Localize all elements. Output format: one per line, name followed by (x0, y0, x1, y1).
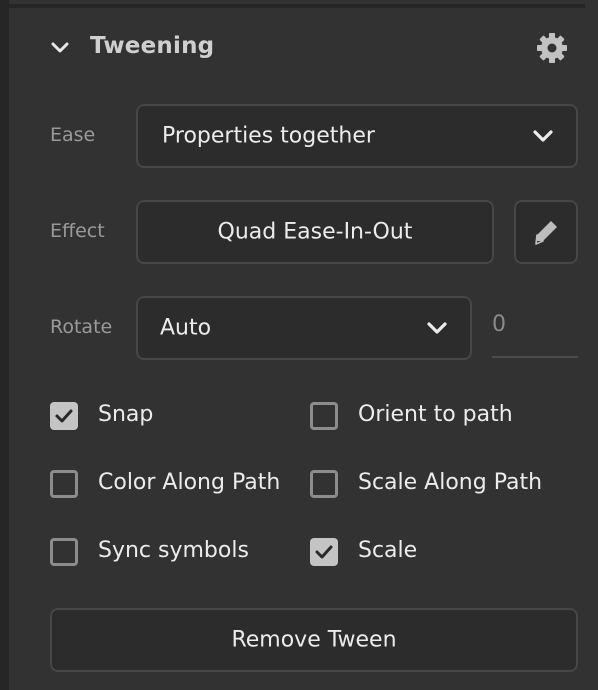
sync-symbols-checkbox[interactable] (50, 538, 78, 566)
ease-dropdown[interactable]: Properties together (136, 104, 578, 168)
chevron-down-icon (427, 322, 447, 334)
settings-button[interactable] (536, 32, 568, 64)
effect-value: Quad Ease-In-Out (217, 219, 413, 245)
ease-value: Properties together (162, 123, 375, 149)
collapse-toggle[interactable] (50, 38, 70, 58)
scale-label[interactable]: Scale (358, 538, 417, 563)
rotate-count-input[interactable]: 0 (492, 296, 578, 358)
rotate-dropdown[interactable]: Auto (136, 296, 472, 360)
snap-checkbox[interactable] (50, 402, 78, 430)
color-along-path-checkbox[interactable] (50, 470, 78, 498)
snap-label[interactable]: Snap (98, 402, 153, 427)
checkmark-icon (315, 545, 333, 559)
sync-symbols-label[interactable]: Sync symbols (98, 538, 249, 563)
remove-tween-label: Remove Tween (231, 627, 397, 653)
scale-along-path-label[interactable]: Scale Along Path (358, 470, 542, 495)
rotate-value: Auto (160, 315, 212, 341)
panel-left-border (0, 0, 9, 690)
gear-icon (537, 33, 567, 63)
chevron-down-icon (533, 130, 553, 142)
rotate-count-value: 0 (492, 312, 506, 337)
edit-effect-button[interactable] (514, 200, 578, 264)
effect-button[interactable]: Quad Ease-In-Out (136, 200, 494, 264)
panel-top-border (9, 4, 585, 8)
orient-to-path-checkbox[interactable] (310, 402, 338, 430)
pencil-icon (535, 221, 557, 245)
chevron-down-icon (51, 42, 69, 53)
orient-to-path-label[interactable]: Orient to path (358, 402, 513, 427)
section-title[interactable]: Tweening (90, 33, 214, 59)
color-along-path-label[interactable]: Color Along Path (98, 470, 280, 495)
scale-checkbox[interactable] (310, 538, 338, 566)
ease-label: Ease (50, 124, 96, 146)
rotate-label: Rotate (50, 316, 113, 338)
scale-along-path-checkbox[interactable] (310, 470, 338, 498)
checkmark-icon (55, 409, 73, 423)
remove-tween-button[interactable]: Remove Tween (50, 608, 578, 672)
effect-label: Effect (50, 220, 105, 242)
